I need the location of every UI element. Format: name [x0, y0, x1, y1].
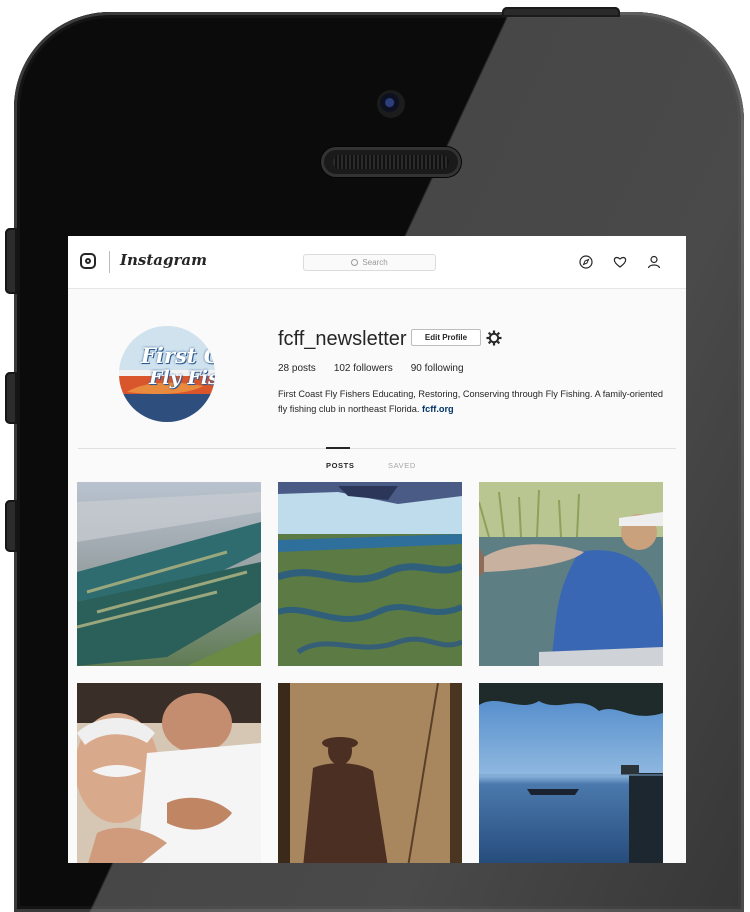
- earpiece-speaker: [321, 147, 461, 177]
- volume-down-button: [5, 500, 17, 552]
- post-thumbnail[interactable]: [278, 482, 462, 666]
- aerial-coast-photo: [77, 482, 261, 666]
- gear-settings-icon[interactable]: [486, 330, 502, 346]
- bio-website-link[interactable]: fcff.org: [422, 404, 454, 414]
- edit-profile-button[interactable]: Edit Profile: [411, 329, 481, 346]
- followers-count[interactable]: 102 followers: [334, 363, 393, 374]
- profile-bio: First Coast Fly Fishers Educating, Resto…: [278, 387, 670, 417]
- search-input[interactable]: Search: [303, 254, 436, 271]
- tab-posts[interactable]: POSTS: [326, 461, 354, 470]
- lake-dock-photo: [479, 683, 663, 863]
- volume-up-button: [5, 372, 17, 424]
- profile-person-icon[interactable]: [647, 255, 661, 269]
- heart-activity-icon[interactable]: [613, 255, 627, 269]
- post-thumbnail[interactable]: [479, 482, 663, 666]
- search-placeholder: Search: [362, 258, 388, 267]
- profile-avatar[interactable]: First C Fly Fis: [119, 326, 215, 422]
- compass-explore-icon[interactable]: [579, 255, 593, 269]
- front-camera: [377, 90, 405, 118]
- post-thumbnail[interactable]: [77, 482, 261, 666]
- power-button: [502, 7, 620, 17]
- search-icon: [351, 259, 359, 266]
- angler-redfish-photo: [479, 482, 663, 666]
- instagram-camera-icon[interactable]: [80, 253, 96, 269]
- mute-switch: [5, 228, 17, 294]
- instagram-screen: Instagram Search First C Fly Fis fcff_ne…: [68, 236, 686, 863]
- posts-count: 28 posts: [278, 363, 316, 374]
- aerial-marsh-photo: [278, 482, 462, 666]
- bio-text: First Coast Fly Fishers Educating, Resto…: [278, 389, 664, 414]
- fly-tying-photo: [77, 683, 261, 863]
- post-thumbnail[interactable]: [278, 683, 462, 863]
- logo-divider: [109, 251, 110, 273]
- profile-username: fcff_newsletter: [278, 328, 407, 350]
- active-tab-indicator: [326, 447, 350, 449]
- tab-saved[interactable]: SAVED: [388, 461, 416, 470]
- post-thumbnail[interactable]: [479, 683, 663, 863]
- instagram-wordmark[interactable]: Instagram: [120, 251, 207, 269]
- following-count[interactable]: 90 following: [411, 363, 464, 374]
- avatar-text-line2: Fly Fis: [149, 367, 215, 389]
- profile-stats: 28 posts 102 followers 90 following: [278, 363, 464, 374]
- tabs-divider: [78, 448, 676, 449]
- post-thumbnail[interactable]: [77, 683, 261, 863]
- avatar-text-line1: First C: [141, 343, 215, 368]
- angler-shadow-photo: [278, 683, 462, 863]
- top-nav-bar: Instagram Search: [68, 236, 686, 289]
